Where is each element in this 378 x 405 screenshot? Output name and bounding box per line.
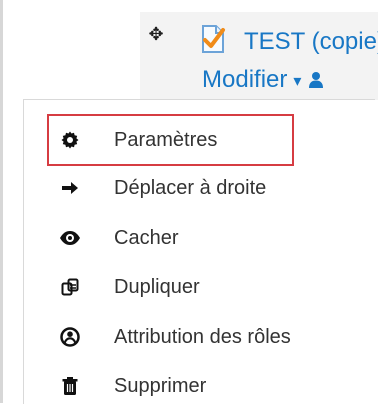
- user-icon: [307, 71, 325, 89]
- activity-actions-menu: Paramètres Déplacer à droite Cacher Dupl…: [23, 99, 375, 404]
- page-left-border: [0, 0, 3, 403]
- eye-icon: [59, 227, 81, 249]
- assignment-icon: [199, 24, 227, 54]
- arrow-right-icon: [59, 177, 81, 199]
- trash-icon: [59, 375, 81, 397]
- chevron-down-icon: ▾: [293, 73, 302, 90]
- move-handle-icon[interactable]: ✥: [146, 24, 166, 44]
- menu-item-label: Déplacer à droite: [114, 177, 267, 199]
- activity-title-link[interactable]: TEST (copie): [244, 30, 378, 54]
- user-circle-icon: [59, 326, 81, 348]
- edit-menu-trigger[interactable]: Modifier ▾: [202, 66, 325, 94]
- menu-item-label: Supprimer: [114, 375, 207, 397]
- gear-icon: [59, 129, 81, 151]
- duplicate-icon: [59, 276, 81, 298]
- menu-item-label: Attribution des rôles: [114, 326, 291, 348]
- menu-item-label: Cacher: [114, 227, 179, 249]
- menu-item-label: Dupliquer: [114, 276, 200, 298]
- edit-label: Modifier: [202, 66, 288, 93]
- menu-item-label: Paramètres: [114, 129, 218, 151]
